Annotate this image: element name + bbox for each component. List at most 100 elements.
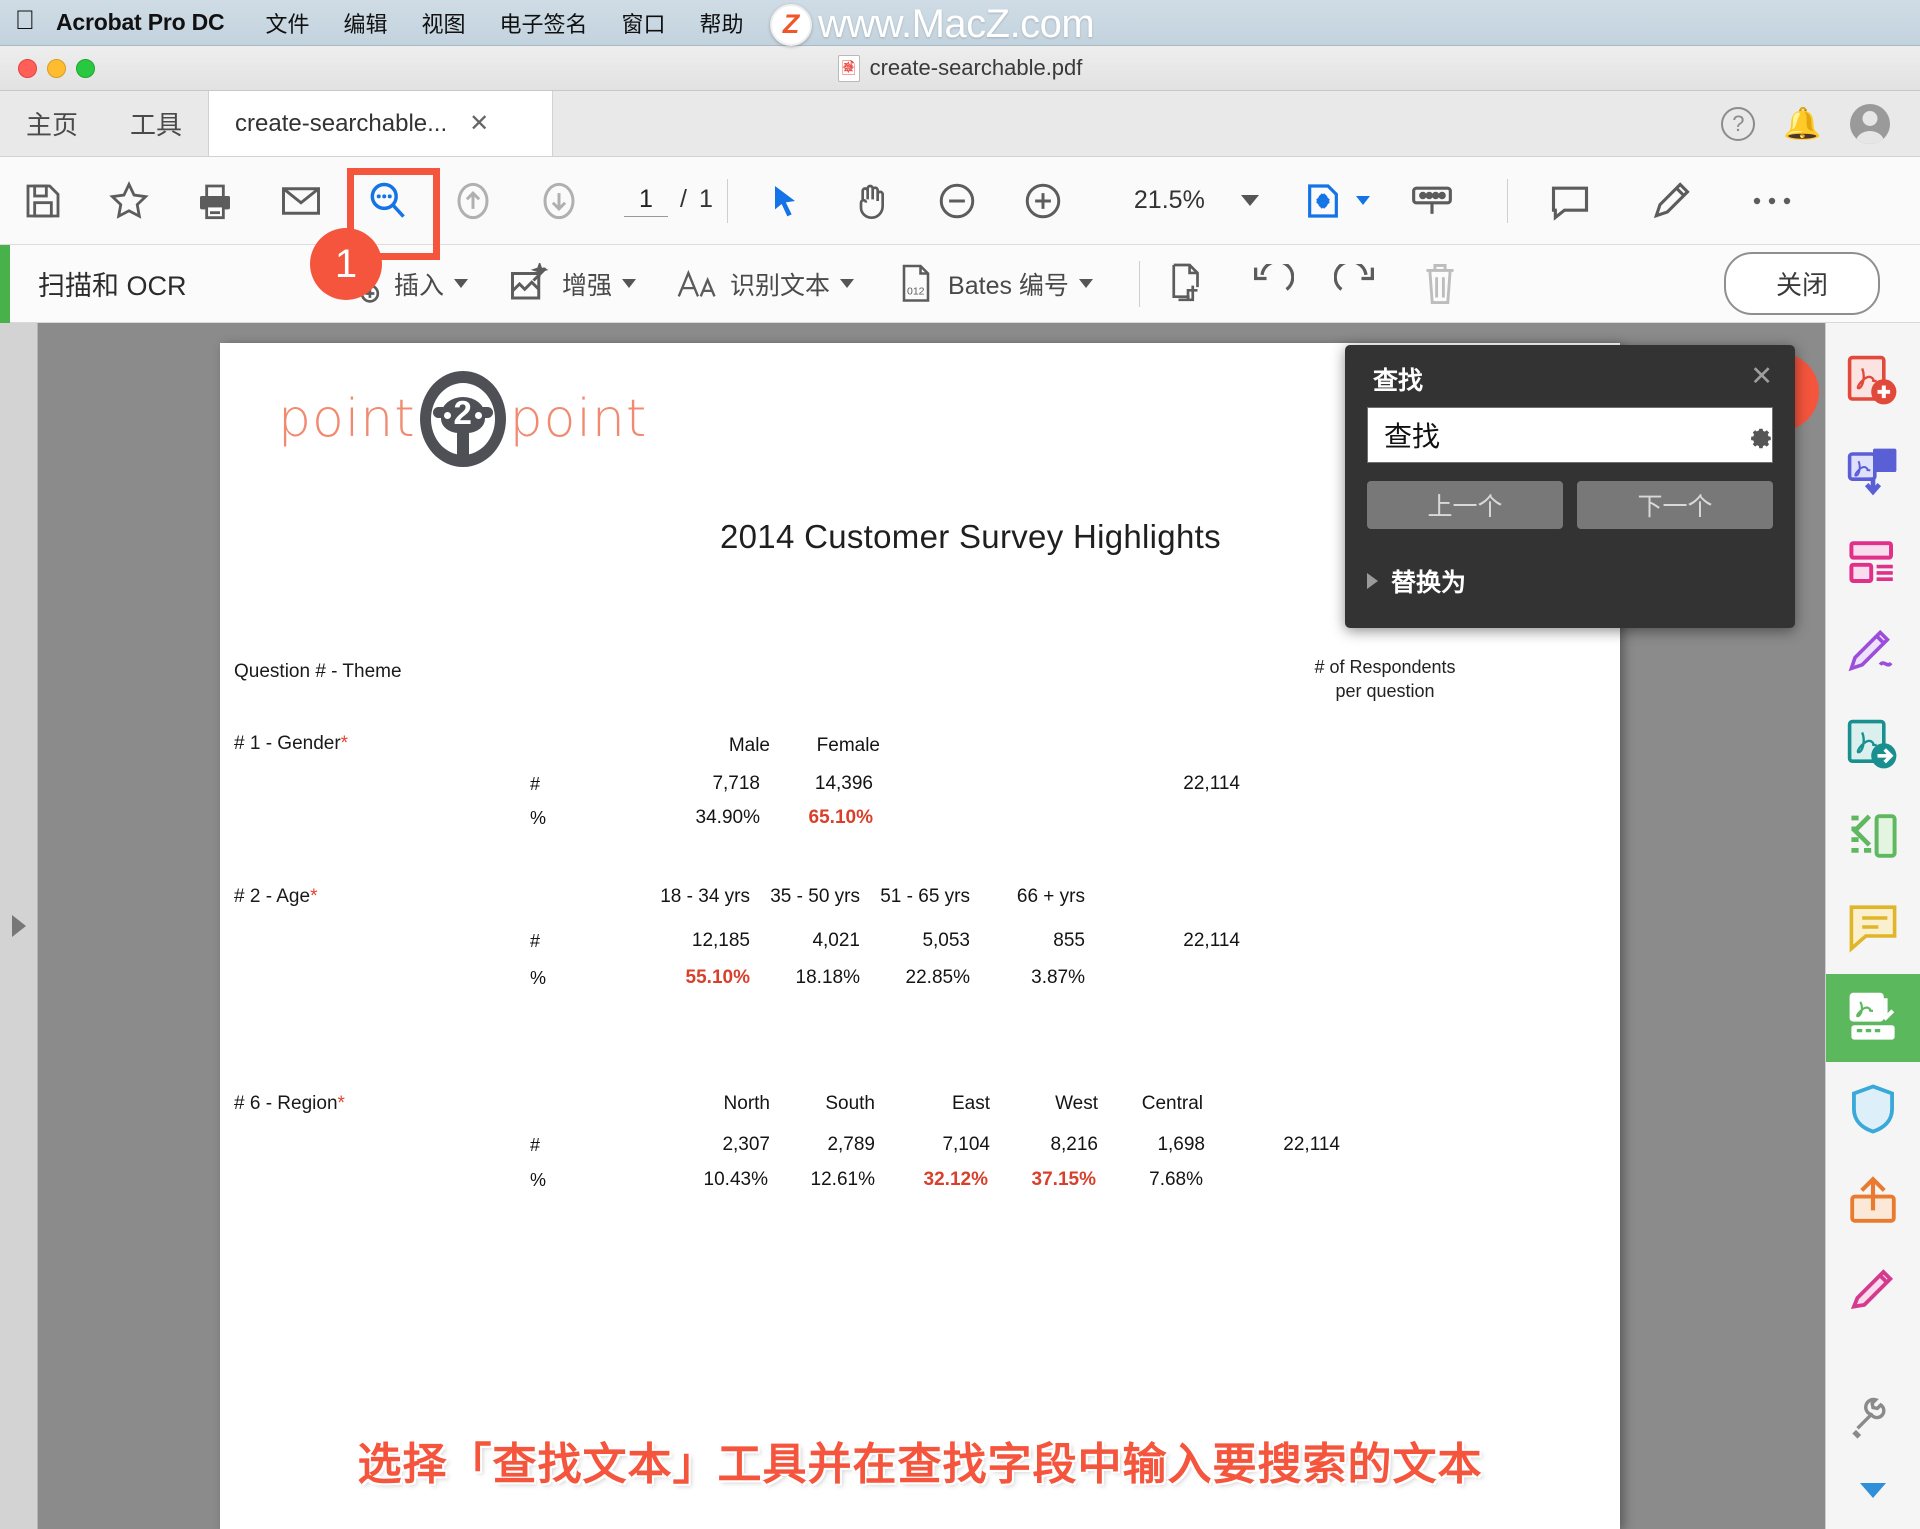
help-icon[interactable]: ? — [1721, 107, 1755, 141]
ribbon-enhance-button[interactable]: 增强 — [508, 262, 636, 306]
ribbon-recognize-text-label: 识别文本 — [730, 266, 830, 302]
question-theme-label: Question # - Theme — [234, 661, 402, 683]
menu-edit[interactable]: 编辑 — [326, 7, 404, 39]
tab-close-icon[interactable]: ✕ — [469, 109, 489, 138]
q1-count-0: 7,718 — [640, 773, 760, 795]
sidebar-item-create-pdf[interactable] — [1826, 337, 1920, 425]
sidebar-collapse-button[interactable] — [1826, 1465, 1920, 1515]
menu-help[interactable]: 帮助 — [683, 7, 761, 39]
chevron-down-icon[interactable] — [1241, 195, 1259, 206]
find-input-wrapper[interactable] — [1367, 407, 1773, 463]
ribbon-rotate-left-button[interactable] — [1250, 262, 1294, 306]
hand-icon[interactable] — [849, 179, 893, 223]
zoom-in-icon[interactable] — [1021, 179, 1065, 223]
chevron-down-icon — [1860, 1483, 1886, 1498]
maczcom-logo-icon: Z — [770, 4, 812, 46]
ribbon-bates-button[interactable]: 012 Bates 编号 — [894, 262, 1093, 306]
find-panel-title: 查找 — [1345, 345, 1795, 397]
user-avatar[interactable] — [1850, 104, 1890, 144]
pen-icon[interactable] — [1649, 179, 1693, 223]
steering-wheel-icon: 2 — [420, 371, 506, 467]
more-options-icon[interactable] — [1750, 179, 1794, 223]
q2-count-rowlabel: # — [530, 931, 540, 952]
find-next-button[interactable]: 下一个 — [1577, 481, 1773, 529]
gear-icon[interactable] — [1745, 419, 1775, 451]
tab-home[interactable]: 主页 — [0, 91, 104, 156]
sidebar-item-protect[interactable] — [1826, 1065, 1920, 1153]
fill-and-sign-icon — [1846, 627, 1900, 681]
ribbon-rotate-right-button[interactable] — [1334, 262, 1378, 306]
left-panel-toggle[interactable] — [0, 323, 38, 1529]
next-page-icon[interactable] — [537, 179, 581, 223]
find-previous-button[interactable]: 上一个 — [1367, 481, 1563, 529]
respondents-label: # of Respondents per question — [1260, 655, 1510, 704]
fit-options-chevron-icon[interactable] — [1356, 196, 1370, 205]
notifications-bell-icon[interactable]: 🔔 — [1783, 105, 1822, 142]
ribbon-bates-label: Bates 编号 — [948, 266, 1069, 302]
sidebar-item-organize-pages[interactable] — [1826, 519, 1920, 607]
email-icon[interactable] — [279, 179, 323, 223]
sidebar-item-scan-and-ocr[interactable] — [1826, 974, 1920, 1062]
q6-total: 22,114 — [1210, 1134, 1340, 1156]
sidebar-item-comment[interactable] — [1826, 883, 1920, 971]
star-icon[interactable] — [107, 179, 151, 223]
ribbon-delete-button[interactable] — [1418, 262, 1462, 306]
page-number-input[interactable] — [624, 185, 668, 217]
q1-percent-rowlabel: % — [530, 808, 546, 829]
menu-view[interactable]: 视图 — [404, 7, 482, 39]
expand-panel-icon — [12, 915, 26, 937]
q1-label: # 1 - Gender* — [234, 733, 348, 755]
previous-page-icon[interactable] — [451, 179, 495, 223]
page-thumbnails-icon[interactable] — [1410, 179, 1454, 223]
fit-page-icon[interactable] — [1301, 179, 1345, 223]
menu-file[interactable]: 文件 — [248, 7, 326, 39]
sidebar-item-combine-files[interactable] — [1826, 428, 1920, 516]
save-icon[interactable] — [21, 179, 65, 223]
print-icon[interactable] — [193, 179, 237, 223]
ribbon-enhance-label: 增强 — [562, 266, 612, 302]
close-ribbon-button[interactable]: 关闭 — [1724, 252, 1880, 315]
comment-icon[interactable] — [1548, 179, 1592, 223]
rotate-right-icon — [1334, 262, 1378, 306]
chevron-down-icon[interactable] — [840, 279, 854, 288]
toolbar-divider — [727, 179, 728, 223]
q1-total: 22,114 — [1110, 773, 1240, 795]
select-cursor-icon[interactable] — [763, 179, 807, 223]
sidebar-item-more-tools[interactable] — [1826, 1374, 1920, 1462]
apple-logo-icon[interactable]:  — [0, 7, 50, 38]
sidebar-item-stamp[interactable] — [1826, 1247, 1920, 1335]
sidebar-item-share[interactable] — [1826, 1156, 1920, 1244]
q6-count-4: 1,698 — [1075, 1134, 1205, 1156]
zoom-out-icon[interactable] — [935, 179, 979, 223]
tab-tools[interactable]: 工具 — [104, 91, 208, 156]
chevron-down-icon[interactable] — [1079, 279, 1093, 288]
ribbon-recognize-text-button[interactable]: 识别文本 — [676, 262, 854, 306]
sidebar-item-edit-pdf[interactable] — [1826, 792, 1920, 880]
q2-header-3: 66 + yrs — [950, 886, 1085, 908]
sidebar-item-fill-and-sign[interactable] — [1826, 610, 1920, 698]
menu-window[interactable]: 窗口 — [605, 7, 683, 39]
sidebar-item-export-pdf[interactable] — [1826, 701, 1920, 789]
combine-files-icon — [1846, 445, 1900, 499]
find-panel-close-icon[interactable]: ✕ — [1750, 361, 1773, 392]
q1-header-1: Female — [760, 735, 880, 757]
ribbon-crop-button[interactable] — [1166, 262, 1210, 306]
tab-document[interactable]: create-searchable... ✕ — [208, 91, 553, 156]
zoom-control[interactable]: 21.5% — [1122, 186, 1259, 215]
find-input[interactable] — [1384, 419, 1745, 451]
replace-section-toggle[interactable]: 替换为 — [1367, 563, 1466, 599]
ribbon-divider — [1139, 261, 1140, 307]
protect-shield-icon — [1847, 1083, 1899, 1135]
window-title: ✵ create-searchable.pdf — [0, 55, 1920, 82]
q1-header-0: Male — [650, 735, 770, 757]
ribbon-accent-bar — [0, 245, 10, 323]
page-navigation: / 1 — [624, 185, 713, 217]
point2point-logo: point 2 point — [278, 371, 647, 467]
menu-esign[interactable]: 电子签名 — [483, 7, 605, 39]
watermark: Z www.MacZ.com — [770, 2, 1094, 47]
q2-percent-rowlabel: % — [530, 968, 546, 989]
recognize-text-icon — [676, 262, 720, 306]
chevron-down-icon[interactable] — [454, 279, 468, 288]
chevron-down-icon[interactable] — [622, 279, 636, 288]
logo-wheel-number: 2 — [420, 394, 506, 432]
